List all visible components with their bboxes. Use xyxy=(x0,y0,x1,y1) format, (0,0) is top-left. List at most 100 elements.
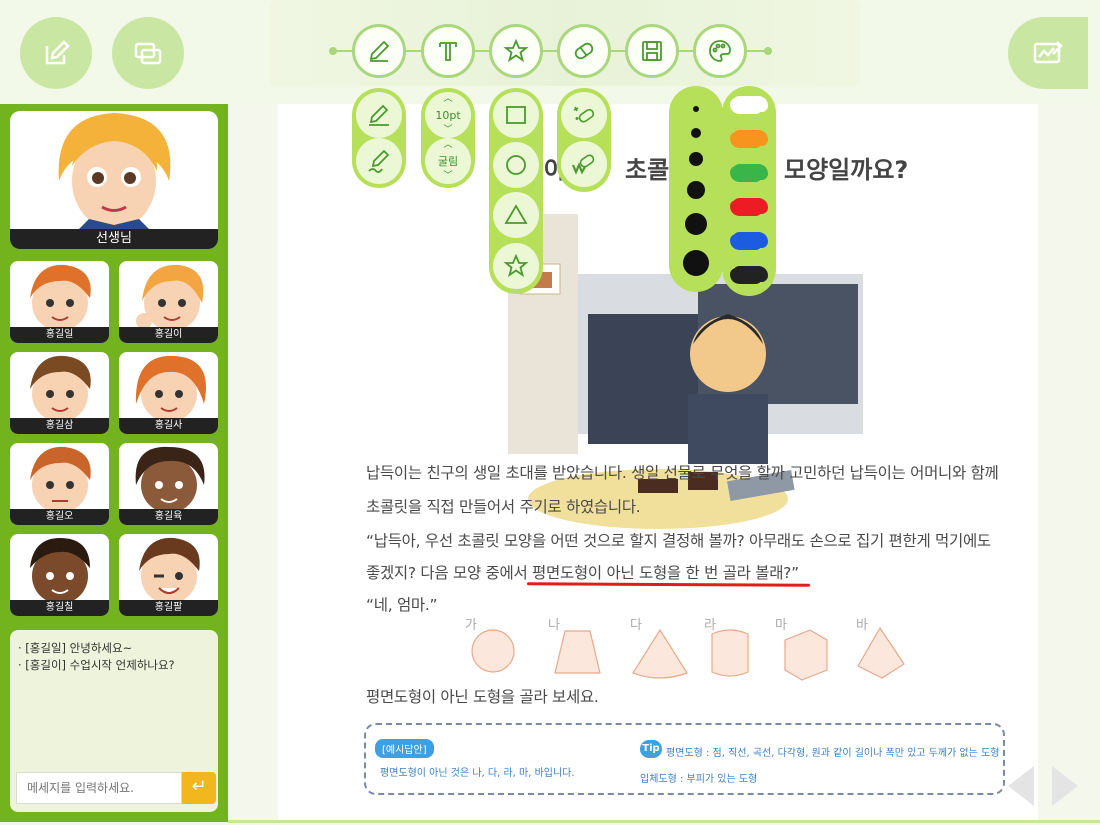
student-avatar-1 xyxy=(29,264,91,331)
message-input[interactable] xyxy=(16,772,182,804)
font-family-value: 굴림 xyxy=(437,155,459,168)
eraser-dropdown xyxy=(557,88,611,192)
color-swatch[interactable] xyxy=(733,164,765,180)
font-family-selector[interactable]: ︿ 굴림 ﹀ xyxy=(425,138,471,184)
paragraph-line-3: “납득아, 우선 초콜릿 모양을 어떤 것으로 할지 결정해 볼까? 아무래도 … xyxy=(366,532,991,550)
color-dropdown xyxy=(722,86,776,296)
tip-line-2: 입체도형 : 부피가 있는 도형 xyxy=(640,774,758,785)
send-button[interactable]: ↵ xyxy=(182,772,216,804)
student-video-5[interactable]: 홍길오 xyxy=(10,443,109,525)
palette-icon xyxy=(709,40,731,62)
student-video-7[interactable]: 홍길칠 xyxy=(10,534,109,616)
student-avatar-4 xyxy=(135,355,206,422)
student-name-3: 홍길삼 xyxy=(10,418,109,434)
student-avatar-5 xyxy=(29,446,91,513)
circle-shape xyxy=(471,629,515,673)
student-video-2[interactable]: 홍길이 xyxy=(119,261,218,343)
scribble-eraser-icon xyxy=(571,154,595,175)
color-swatch[interactable] xyxy=(733,130,765,146)
participant-sidebar: 선생님 홍길일 홍길이 홍길삼 홍길사 홍길오 홍길육 홍길칠 홍길팔 · [홍… xyxy=(0,104,228,822)
student-video-1[interactable]: 홍길일 xyxy=(10,261,109,343)
bottom-border xyxy=(228,820,1100,823)
palette-tool-button[interactable] xyxy=(693,24,747,78)
question-text: 평면도형이 아닌 도형을 골라 보세요. xyxy=(366,688,599,706)
student-name-4: 홍길사 xyxy=(119,418,218,434)
student-video-6[interactable]: 홍길육 xyxy=(119,443,218,525)
font-size-selector[interactable]: ︿ 10pt ﹀ xyxy=(425,92,471,138)
cube-shape xyxy=(784,629,828,681)
save-tool-button[interactable] xyxy=(625,24,679,78)
color-swatch[interactable] xyxy=(733,96,765,112)
student-name-1: 홍길일 xyxy=(10,327,109,343)
chat-log: · [홍길일] 안녕하세요~ · [홍길이] 수업시작 언제하나요? xyxy=(10,630,218,768)
student-name-2: 홍길이 xyxy=(119,327,218,343)
student-avatar-7 xyxy=(29,538,90,604)
line-width-5[interactable] xyxy=(685,213,707,235)
student-video-4[interactable]: 홍길사 xyxy=(119,352,218,434)
edit-note-button[interactable] xyxy=(20,17,92,89)
rectangle-icon xyxy=(506,106,526,124)
pen-dropdown xyxy=(352,88,406,188)
switch-screen-button[interactable] xyxy=(112,17,184,89)
student-avatar-2 xyxy=(135,264,203,331)
teacher-video[interactable]: 선생님 xyxy=(10,111,218,249)
next-page-button[interactable] xyxy=(1052,766,1078,806)
shape-tool-button[interactable] xyxy=(489,24,543,78)
chevron-down-icon[interactable]: ﹀ xyxy=(443,126,452,135)
chat-message: · [홍길이] 수업시작 언제하나요? xyxy=(18,658,175,672)
line-width-6[interactable] xyxy=(683,250,709,276)
shape-option-circle[interactable] xyxy=(493,142,539,188)
edit-note-icon xyxy=(45,40,70,65)
triangle-icon xyxy=(504,204,528,224)
student-name-8: 홍길팔 xyxy=(119,600,218,616)
color-swatch[interactable] xyxy=(733,198,765,214)
switch-screen-icon xyxy=(134,42,162,65)
shape-row xyxy=(471,626,905,681)
eraser-option-clear[interactable] xyxy=(561,92,607,138)
chat-message: · [홍길일] 안녕하세요~ xyxy=(18,641,133,655)
answer-tag: [예시답안] xyxy=(375,739,434,758)
paragraph-line-1: 납득이는 친구의 생일 초대를 받았습니다. 생일 선물로 무엇을 할까 고민하… xyxy=(366,464,999,482)
line-width-3[interactable] xyxy=(689,152,703,166)
cone-shape xyxy=(632,628,688,679)
chevron-up-icon[interactable]: ︿ xyxy=(443,95,452,104)
whiteboard-button[interactable] xyxy=(1008,17,1088,89)
color-swatch[interactable] xyxy=(733,232,765,248)
student-video-3[interactable]: 홍길삼 xyxy=(10,352,109,434)
font-size-value: 10pt xyxy=(435,108,461,122)
teacher-name: 선생님 xyxy=(10,229,218,249)
line-width-dropdown xyxy=(669,86,723,292)
sparkle-eraser-icon xyxy=(573,106,595,123)
answer-text: 평면도형이 아닌 것은 나, 다, 라, 마, 바입니다. xyxy=(380,768,575,779)
text-tool-button[interactable] xyxy=(421,24,475,78)
shape-option-triangle[interactable] xyxy=(493,192,539,238)
chat-input-area: ↵ xyxy=(10,768,218,812)
tip-badge: Tip xyxy=(640,740,662,758)
eraser-icon xyxy=(574,42,594,60)
pen-straight-icon xyxy=(369,104,389,126)
color-swatch[interactable] xyxy=(733,266,765,282)
line-width-2[interactable] xyxy=(691,128,701,138)
chevron-down-icon[interactable]: ﹀ xyxy=(443,172,452,181)
student-name-6: 홍길육 xyxy=(119,509,218,525)
page-title: 모양일까요? xyxy=(784,156,909,184)
shape-dropdown xyxy=(489,88,543,294)
line-width-4[interactable] xyxy=(687,181,705,199)
text-icon xyxy=(439,42,457,61)
pen-option-free[interactable] xyxy=(356,138,402,184)
eraser-option-partial[interactable] xyxy=(561,141,607,187)
line-width-1[interactable] xyxy=(693,106,699,112)
chevron-up-icon[interactable]: ︿ xyxy=(443,141,452,150)
eraser-tool-button[interactable] xyxy=(557,24,611,78)
shape-option-star[interactable] xyxy=(493,243,539,289)
pen-icon xyxy=(369,40,390,62)
paragraph-line-4: 좋겠지? 다음 모양 중에서 평면도형이 아닌 도형을 한 번 골라 볼래?” xyxy=(366,564,799,582)
prev-page-button[interactable] xyxy=(1008,766,1034,806)
tip-line-1: 평면도형 : 점, 직선, 곡선, 다각형, 원과 같이 길이나 폭만 있고 두… xyxy=(666,748,1000,759)
star-icon xyxy=(503,253,529,278)
shape-option-rectangle[interactable] xyxy=(493,92,539,138)
student-video-8[interactable]: 홍길팔 xyxy=(119,534,218,616)
text-dropdown: ︿ 10pt ﹀ ︿ 굴림 ﹀ xyxy=(421,88,475,188)
pen-tool-button[interactable] xyxy=(352,24,406,78)
pen-option-straight[interactable] xyxy=(356,92,402,138)
